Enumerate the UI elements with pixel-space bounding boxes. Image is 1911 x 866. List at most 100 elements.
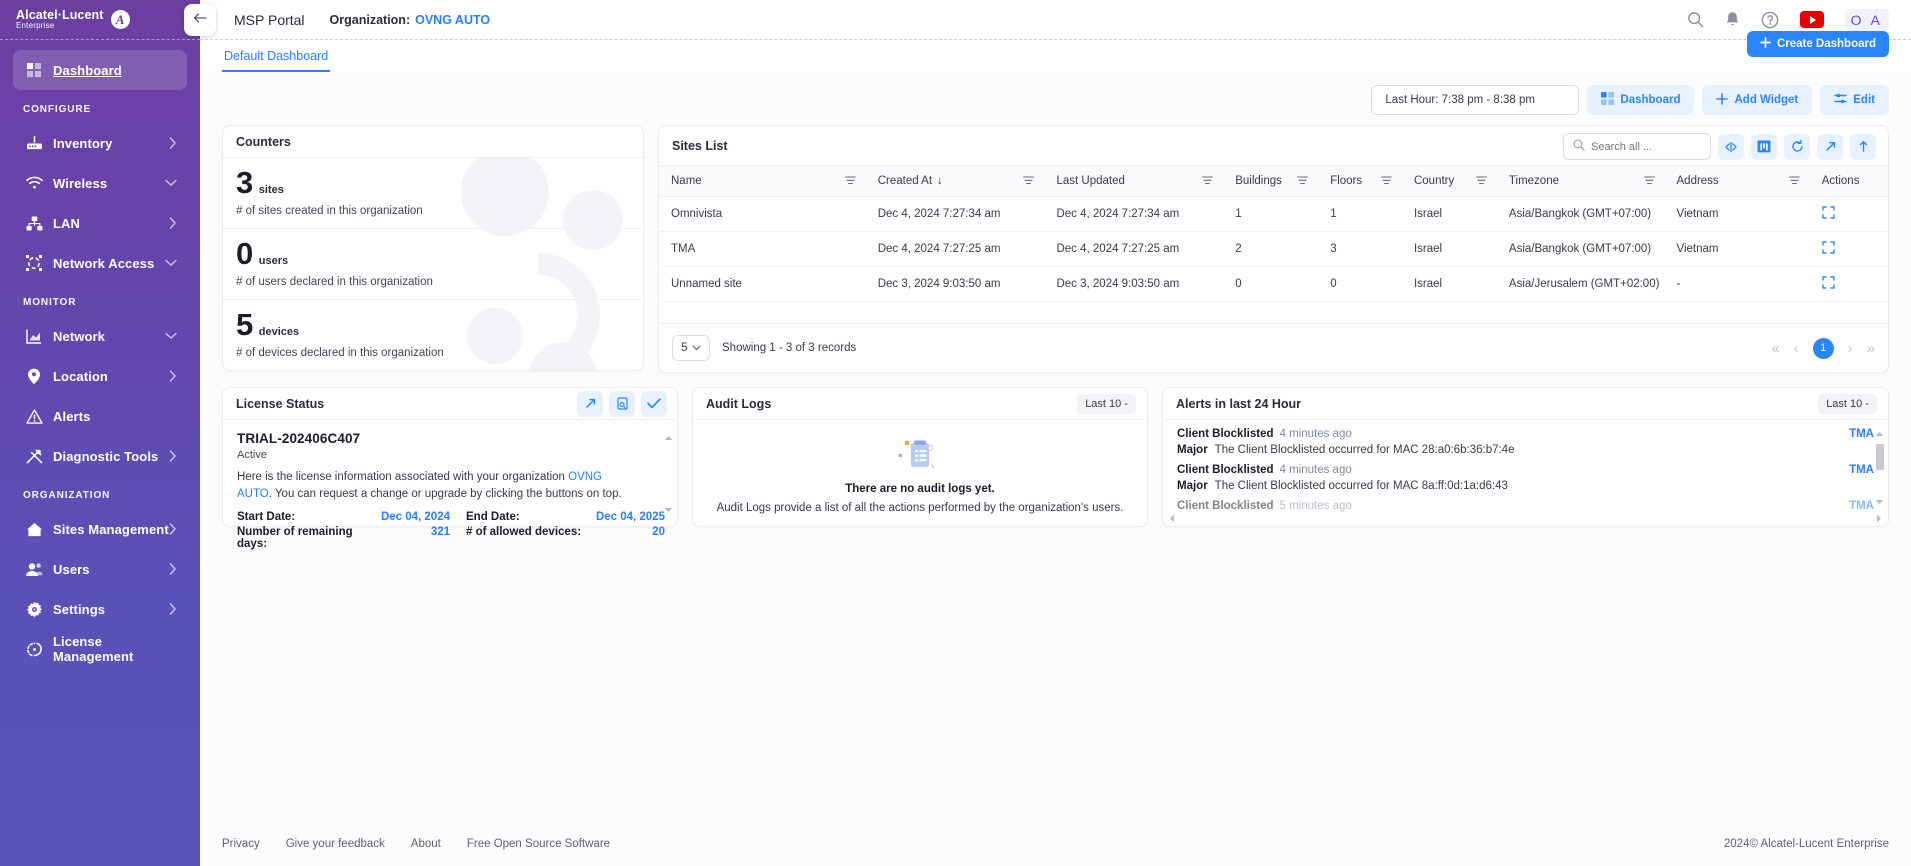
list-item[interactable]: Client Blocklisted 4 minutes ago TMA Maj… (1177, 464, 1874, 500)
column-label: Last Updated (1056, 175, 1125, 187)
time-range-selector[interactable]: Last Hour: 7:38 pm - 8:38 pm (1371, 85, 1580, 115)
audit-filter-button[interactable]: Last 10 - (1077, 393, 1136, 414)
filter-icon[interactable] (1297, 176, 1309, 188)
first-page-button[interactable]: « (1771, 341, 1779, 356)
table-row[interactable]: Omnivista Dec 4, 2024 7:27:34 am Dec 4, … (659, 196, 1888, 232)
alerts-filter-button[interactable]: Last 10 - (1818, 393, 1877, 414)
alerts-vertical-scrollbar[interactable] (1875, 426, 1885, 508)
search-icon[interactable] (1687, 11, 1704, 28)
license-desc-post: . You can request a change or upgrade by… (268, 487, 622, 500)
row-expand-icon[interactable] (1822, 241, 1835, 254)
scroll-up-icon[interactable] (664, 428, 673, 446)
help-icon[interactable] (1761, 11, 1779, 29)
page-size-select[interactable]: 5 (672, 335, 710, 361)
cell-country: Israel (1401, 266, 1497, 302)
sidebar-item-location[interactable]: Location (13, 356, 187, 396)
network-access-icon (23, 253, 45, 273)
scroll-down-icon[interactable] (664, 500, 673, 518)
footer-link-about[interactable]: About (411, 838, 441, 850)
column-header-created-at[interactable]: Created At ↓ (865, 166, 1045, 197)
alerts-horizontal-scrollbar[interactable] (1163, 512, 1888, 526)
row-expand-icon[interactable] (1822, 206, 1835, 219)
sidebar-item-diagnostic-tools[interactable]: Diagnostic Tools (13, 436, 187, 476)
search-input[interactable] (1591, 140, 1701, 153)
column-header-floors[interactable]: Floors (1318, 166, 1402, 197)
sidebar-item-inventory[interactable]: Inventory (13, 123, 187, 163)
columns-icon[interactable] (1751, 133, 1777, 160)
sidebar-item-alerts[interactable]: Alerts (13, 396, 187, 436)
list-item[interactable]: Client Blocklisted 4 minutes ago TMA Maj… (1177, 428, 1874, 464)
license-desc-pre: Here is the license information associat… (237, 471, 569, 483)
sidebar-item-settings[interactable]: Settings (13, 589, 187, 629)
export-icon[interactable] (1850, 133, 1876, 160)
alert-site[interactable]: TMA (1849, 500, 1874, 512)
scroll-down-icon[interactable] (1875, 492, 1884, 510)
footer-copyright: 2024© Alcatel-Lucent Enterprise (1723, 838, 1889, 850)
alert-site[interactable]: TMA (1849, 428, 1874, 440)
scrollbar-thumb[interactable] (1876, 444, 1884, 470)
license-scrollbar[interactable] (664, 428, 673, 518)
footer-link-privacy[interactable]: Privacy (222, 838, 260, 850)
sidebar-item-network[interactable]: Network (13, 316, 187, 356)
sidebar-item-lan[interactable]: LAN (13, 203, 187, 243)
expand-icon[interactable] (1817, 133, 1843, 160)
alert-site[interactable]: TMA (1849, 464, 1874, 476)
filter-icon[interactable] (1202, 176, 1214, 188)
check-icon[interactable] (641, 390, 667, 417)
add-widget-button[interactable]: Add Widget (1702, 85, 1813, 115)
column-header-country[interactable]: Country (1401, 166, 1497, 197)
dashboard-button[interactable]: Dashboard (1587, 85, 1695, 115)
youtube-icon[interactable] (1799, 11, 1824, 28)
header-actions: O A (1687, 8, 1911, 31)
sidebar-item-label: Settings (53, 601, 106, 617)
sidebar-item-label: Diagnostic Tools (53, 448, 159, 464)
tab-default-dashboard[interactable]: Default Dashboard (222, 49, 331, 72)
table-row[interactable]: Unnamed site Dec 3, 2024 9:03:50 am Dec … (659, 266, 1888, 302)
column-label: Name (671, 175, 702, 187)
avatar[interactable]: O A (1844, 8, 1889, 31)
sidebar-item-label: Dashboard (53, 62, 122, 78)
create-dashboard-button[interactable]: Create Dashboard (1746, 31, 1889, 57)
column-header-timezone[interactable]: Timezone (1496, 166, 1665, 197)
sidebar-item-dashboard[interactable]: Dashboard (13, 50, 187, 90)
alert-severity: Major (1177, 480, 1208, 492)
sidebar-collapse-button[interactable] (184, 4, 216, 36)
refresh-icon[interactable] (1784, 133, 1810, 160)
scroll-right-icon[interactable] (1876, 510, 1882, 526)
column-header-last-updated[interactable]: Last Updated (1044, 166, 1224, 197)
footer-link-foss[interactable]: Free Open Source Software (467, 838, 610, 850)
organization-name[interactable]: OVNG AUTO (415, 13, 490, 27)
filter-icon[interactable] (844, 176, 856, 188)
expand-icon[interactable] (577, 390, 603, 417)
alert-name: Client Blocklisted (1177, 464, 1274, 476)
row-expand-icon[interactable] (1822, 276, 1835, 289)
bell-icon[interactable] (1725, 11, 1740, 28)
table-row[interactable]: TMA Dec 4, 2024 7:27:25 am Dec 4, 2024 7… (659, 231, 1888, 267)
column-header-address[interactable]: Address (1664, 166, 1810, 197)
column-header-name[interactable]: Name (659, 166, 866, 197)
sidebar-item-sites-management[interactable]: Sites Management (13, 509, 187, 549)
sites-list-title: Sites List (672, 138, 728, 153)
last-page-button[interactable]: » (1867, 341, 1875, 356)
scroll-left-icon[interactable] (1169, 510, 1175, 526)
edit-button[interactable]: Edit (1820, 85, 1889, 115)
inspect-icon[interactable] (609, 390, 635, 417)
filter-icon[interactable] (1643, 176, 1655, 188)
scroll-up-icon[interactable] (1875, 424, 1884, 442)
current-page-button[interactable]: 1 (1812, 337, 1834, 359)
sidebar-item-license-management[interactable]: License Management (13, 629, 187, 669)
prev-page-button[interactable]: ‹ (1794, 341, 1799, 356)
filter-icon[interactable] (1023, 176, 1035, 188)
filter-icon[interactable] (1475, 176, 1487, 188)
sidebar-item-network-access[interactable]: Network Access (13, 243, 187, 283)
search-box[interactable] (1563, 133, 1711, 160)
sidebar-item-wireless[interactable]: Wireless (13, 163, 187, 203)
next-page-button[interactable]: › (1848, 341, 1853, 356)
filter-icon[interactable] (1381, 176, 1392, 188)
sidebar-item-users[interactable]: Users (13, 549, 187, 589)
footer-link-feedback[interactable]: Give your feedback (286, 838, 385, 850)
column-header-buildings[interactable]: Buildings (1223, 166, 1319, 197)
filter-icon[interactable] (1788, 176, 1800, 188)
sites-pagination: 5 Showing 1 - 3 of 3 records « ‹ 1 › » (659, 324, 1888, 372)
fit-columns-icon[interactable] (1718, 133, 1744, 160)
